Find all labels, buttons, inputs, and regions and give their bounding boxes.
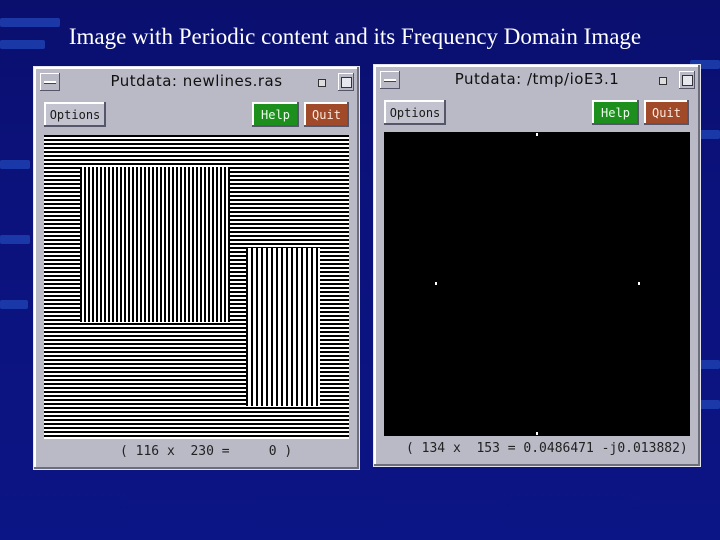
frequency-peak (536, 432, 538, 435)
options-button[interactable]: Options (384, 100, 446, 125)
background-streak (698, 360, 720, 369)
background-streak (0, 235, 30, 244)
frequency-peak (435, 282, 437, 285)
pin-icon[interactable] (659, 77, 667, 85)
options-button[interactable]: Options (44, 102, 106, 127)
slide-title: Image with Periodic content and its Freq… (68, 24, 642, 49)
status-readout: ( 116 x 230 = 0 ) (120, 444, 293, 459)
pin-icon[interactable] (318, 79, 326, 87)
frequency-canvas[interactable] (384, 132, 690, 436)
help-button[interactable]: Help (252, 102, 299, 127)
frequency-background (384, 132, 690, 436)
quit-button[interactable]: Quit (644, 100, 689, 125)
putdata-window-left[interactable]: Putdata: newlines.ras Options Help Quit … (33, 66, 360, 470)
window-title: Putdata: newlines.ras (110, 72, 283, 90)
frequency-peak (536, 133, 538, 136)
putdata-window-right[interactable]: Putdata: /tmp/ioE3.1 Options Help Quit (… (373, 64, 701, 467)
maximize-icon (341, 77, 352, 88)
vertical-line-block-small (246, 248, 320, 406)
maximize-button[interactable] (679, 71, 695, 89)
status-readout: ( 134 x 153 = 0.0486471 -j0.013882) (406, 441, 688, 456)
window-titlebar[interactable]: Putdata: /tmp/ioE3.1 (376, 67, 698, 93)
window-title: Putdata: /tmp/ioE3.1 (454, 70, 620, 88)
window-titlebar[interactable]: Putdata: newlines.ras (36, 69, 357, 95)
maximize-button[interactable] (338, 73, 354, 91)
background-streak (0, 160, 30, 169)
maximize-icon (682, 75, 693, 86)
frequency-peak (638, 282, 640, 285)
image-canvas[interactable] (44, 135, 349, 439)
background-streak (0, 300, 28, 309)
quit-button[interactable]: Quit (304, 102, 349, 127)
help-button[interactable]: Help (592, 100, 639, 125)
vertical-line-block-large (80, 167, 230, 322)
